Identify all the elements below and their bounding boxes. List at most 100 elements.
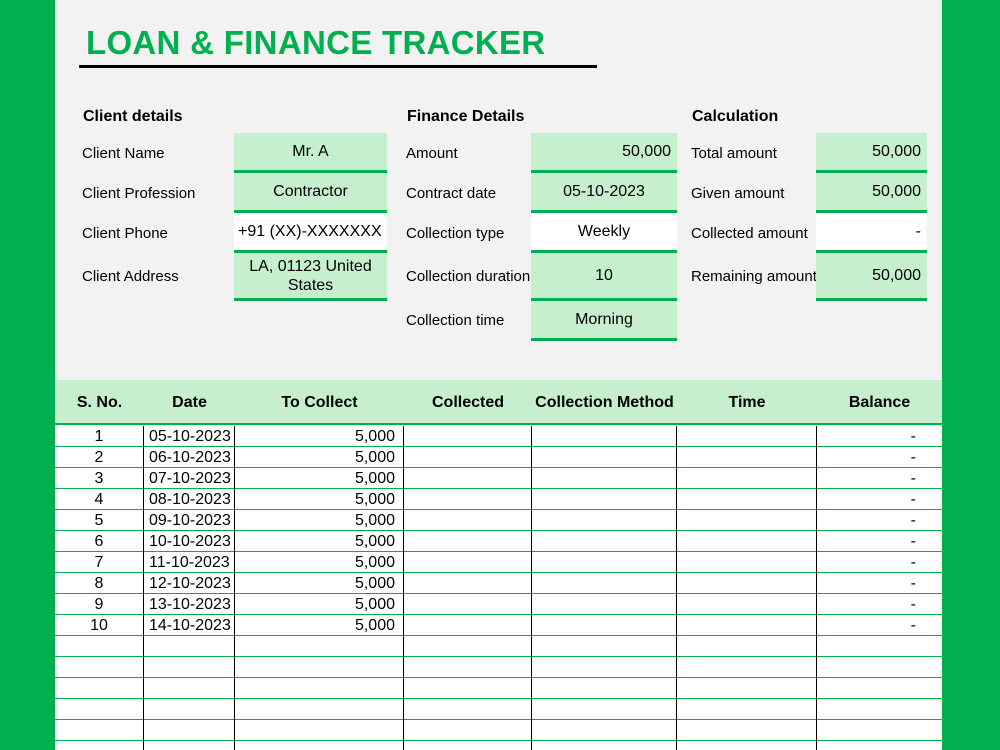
total-amount-cell[interactable]: 50,000 <box>816 133 927 173</box>
contract-date-cell[interactable]: 05-10-2023 <box>531 173 677 213</box>
cell-date[interactable] <box>144 678 234 698</box>
cell-collection-method[interactable] <box>532 552 676 572</box>
client-phone-cell[interactable]: +91 (XX)-XXXXXXX <box>234 213 387 253</box>
cell-time[interactable] <box>677 657 816 677</box>
col-header-balance[interactable]: Balance <box>817 380 942 425</box>
collection-duration-cell[interactable]: 10 <box>531 253 677 301</box>
cell-collected[interactable] <box>404 573 531 593</box>
cell-to-collect[interactable]: 5,000 <box>235 573 403 593</box>
cell-date[interactable]: 13-10-2023 <box>144 594 234 614</box>
cell-collection-method[interactable] <box>532 720 676 740</box>
cell-date[interactable]: 09-10-2023 <box>144 510 234 530</box>
cell-sno[interactable]: 3 <box>55 468 143 488</box>
cell-time[interactable] <box>677 552 816 572</box>
cell-sno[interactable]: 5 <box>55 510 143 530</box>
cell-balance[interactable]: - <box>817 615 942 635</box>
cell-time[interactable] <box>677 489 816 509</box>
cell-time[interactable] <box>677 510 816 530</box>
cell-collected[interactable] <box>404 489 531 509</box>
cell-collection-method[interactable] <box>532 594 676 614</box>
cell-collection-method[interactable] <box>532 699 676 719</box>
cell-time[interactable] <box>677 636 816 656</box>
cell-collection-method[interactable] <box>532 657 676 677</box>
col-header-time[interactable]: Time <box>677 380 817 425</box>
col-header-collection-method[interactable]: Collection Method <box>532 380 677 425</box>
cell-collection-method[interactable] <box>532 489 676 509</box>
cell-balance[interactable] <box>817 678 942 698</box>
cell-date[interactable]: 11-10-2023 <box>144 552 234 572</box>
cell-collection-method[interactable] <box>532 678 676 698</box>
cell-date[interactable] <box>144 699 234 719</box>
cell-collected[interactable] <box>404 552 531 572</box>
cell-date[interactable]: 06-10-2023 <box>144 447 234 467</box>
cell-sno[interactable] <box>55 678 143 698</box>
cell-sno[interactable] <box>55 636 143 656</box>
cell-collected[interactable] <box>404 426 531 446</box>
cell-balance[interactable]: - <box>817 594 942 614</box>
cell-balance[interactable] <box>817 699 942 719</box>
cell-date[interactable]: 10-10-2023 <box>144 531 234 551</box>
cell-date[interactable] <box>144 741 234 750</box>
cell-balance[interactable]: - <box>817 426 942 446</box>
cell-to-collect[interactable] <box>235 678 403 698</box>
cell-sno[interactable]: 1 <box>55 426 143 446</box>
cell-date[interactable]: 05-10-2023 <box>144 426 234 446</box>
cell-to-collect[interactable]: 5,000 <box>235 426 403 446</box>
cell-sno[interactable] <box>55 720 143 740</box>
cell-to-collect[interactable] <box>235 636 403 656</box>
cell-sno[interactable]: 4 <box>55 489 143 509</box>
cell-sno[interactable]: 10 <box>55 615 143 635</box>
client-address-cell[interactable]: LA, 01123 United States <box>234 253 387 301</box>
cell-time[interactable] <box>677 720 816 740</box>
collection-time-cell[interactable]: Morning <box>531 301 677 341</box>
cell-sno[interactable]: 6 <box>55 531 143 551</box>
collected-amount-cell[interactable]: - <box>816 213 927 253</box>
cell-balance[interactable]: - <box>817 468 942 488</box>
cell-date[interactable] <box>144 657 234 677</box>
amount-cell[interactable]: 50,000 <box>531 133 677 173</box>
cell-balance[interactable]: - <box>817 510 942 530</box>
cell-date[interactable]: 08-10-2023 <box>144 489 234 509</box>
col-header-date[interactable]: Date <box>144 380 235 425</box>
cell-collected[interactable] <box>404 510 531 530</box>
cell-collection-method[interactable] <box>532 510 676 530</box>
cell-collection-method[interactable] <box>532 531 676 551</box>
client-name-cell[interactable]: Mr. A <box>234 133 387 173</box>
cell-time[interactable] <box>677 594 816 614</box>
cell-time[interactable] <box>677 426 816 446</box>
cell-balance[interactable] <box>817 636 942 656</box>
cell-collected[interactable] <box>404 636 531 656</box>
cell-time[interactable] <box>677 447 816 467</box>
cell-to-collect[interactable]: 5,000 <box>235 447 403 467</box>
cell-balance[interactable]: - <box>817 552 942 572</box>
cell-balance[interactable]: - <box>817 489 942 509</box>
cell-time[interactable] <box>677 741 816 750</box>
cell-time[interactable] <box>677 573 816 593</box>
cell-to-collect[interactable] <box>235 741 403 750</box>
cell-sno[interactable] <box>55 699 143 719</box>
cell-to-collect[interactable] <box>235 657 403 677</box>
cell-collected[interactable] <box>404 678 531 698</box>
cell-time[interactable] <box>677 699 816 719</box>
cell-collection-method[interactable] <box>532 468 676 488</box>
cell-collection-method[interactable] <box>532 741 676 750</box>
cell-time[interactable] <box>677 531 816 551</box>
cell-collected[interactable] <box>404 447 531 467</box>
cell-sno[interactable]: 2 <box>55 447 143 467</box>
cell-balance[interactable] <box>817 720 942 740</box>
cell-sno[interactable]: 9 <box>55 594 143 614</box>
col-header-collected[interactable]: Collected <box>404 380 532 425</box>
cell-to-collect[interactable]: 5,000 <box>235 468 403 488</box>
cell-date[interactable] <box>144 636 234 656</box>
cell-balance[interactable]: - <box>817 573 942 593</box>
cell-collected[interactable] <box>404 615 531 635</box>
cell-date[interactable]: 12-10-2023 <box>144 573 234 593</box>
cell-to-collect[interactable] <box>235 720 403 740</box>
cell-balance[interactable] <box>817 657 942 677</box>
cell-to-collect[interactable]: 5,000 <box>235 489 403 509</box>
cell-to-collect[interactable]: 5,000 <box>235 510 403 530</box>
cell-balance[interactable]: - <box>817 447 942 467</box>
given-amount-cell[interactable]: 50,000 <box>816 173 927 213</box>
cell-collected[interactable] <box>404 531 531 551</box>
cell-collection-method[interactable] <box>532 636 676 656</box>
